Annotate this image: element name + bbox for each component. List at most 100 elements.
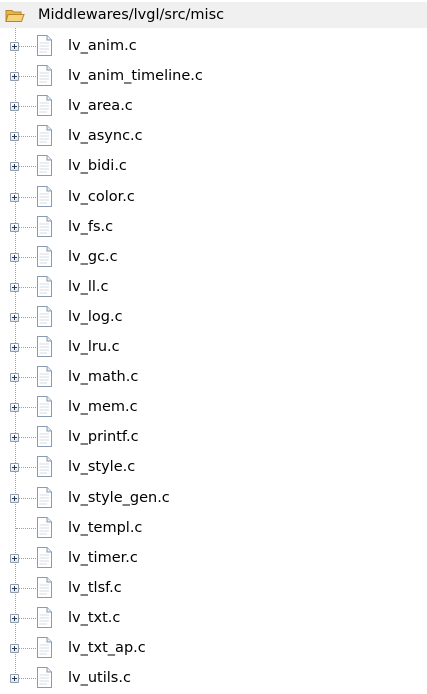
- file-node[interactable]: lv_fs.c: [0, 213, 427, 243]
- file-node[interactable]: lv_anim.c: [0, 32, 427, 62]
- document-icon: [37, 547, 52, 568]
- document-icon: [37, 517, 52, 538]
- tree-branch-line: [19, 377, 36, 378]
- expand-plus-icon[interactable]: [10, 193, 19, 202]
- file-label: lv_async.c: [68, 128, 143, 144]
- expand-plus-icon[interactable]: [10, 72, 19, 81]
- document-icon: [37, 155, 52, 176]
- file-label: lv_area.c: [68, 98, 133, 114]
- file-node[interactable]: lv_bidi.c: [0, 152, 427, 182]
- tree-branch-line: [19, 317, 36, 318]
- document-icon: [37, 487, 52, 508]
- file-node[interactable]: lv_timer.c: [0, 544, 427, 574]
- file-label: lv_utils.c: [68, 670, 131, 686]
- expand-plus-icon[interactable]: [10, 433, 19, 442]
- file-node[interactable]: lv_txt_ap.c: [0, 634, 427, 664]
- file-node[interactable]: lv_utils.c: [0, 664, 427, 694]
- expand-plus-icon[interactable]: [10, 554, 19, 563]
- file-node[interactable]: lv_mem.c: [0, 393, 427, 423]
- document-icon: [37, 216, 52, 237]
- expand-plus-icon[interactable]: [10, 674, 19, 683]
- tree-branch-line: [19, 76, 36, 77]
- tree-branch-line: [19, 678, 36, 679]
- file-node[interactable]: lv_txt.c: [0, 604, 427, 634]
- expand-plus-icon[interactable]: [10, 373, 19, 382]
- expand-plus-icon[interactable]: [10, 644, 19, 653]
- expand-plus-icon[interactable]: [10, 162, 19, 171]
- file-label: lv_lru.c: [68, 339, 120, 355]
- file-node[interactable]: lv_area.c: [0, 92, 427, 122]
- file-node[interactable]: lv_ll.c: [0, 273, 427, 303]
- expand-plus-icon[interactable]: [10, 223, 19, 232]
- file-label: lv_printf.c: [68, 429, 139, 445]
- file-node[interactable]: lv_color.c: [0, 183, 427, 213]
- expand-plus-icon[interactable]: [10, 283, 19, 292]
- open-folder-icon: [5, 10, 25, 22]
- document-icon: [37, 577, 52, 598]
- tree-branch-line: [19, 467, 36, 468]
- tree-branch-line: [19, 197, 36, 198]
- document-icon: [37, 667, 52, 688]
- tree-branch-line: [19, 407, 36, 408]
- file-label: lv_templ.c: [68, 520, 143, 536]
- tree-branch-line: [19, 558, 36, 559]
- file-node[interactable]: lv_style_gen.c: [0, 484, 427, 514]
- tree-branch-line: [19, 588, 36, 589]
- document-icon: [37, 186, 52, 207]
- expand-plus-icon[interactable]: [10, 343, 19, 352]
- file-label: lv_timer.c: [68, 550, 138, 566]
- expand-plus-icon[interactable]: [10, 253, 19, 262]
- file-node[interactable]: lv_printf.c: [0, 423, 427, 453]
- file-label: lv_math.c: [68, 369, 139, 385]
- folder-node-misc[interactable]: Middlewares/lvgl/src/misc: [0, 2, 427, 28]
- file-node[interactable]: lv_templ.c: [0, 514, 427, 544]
- file-node[interactable]: lv_style.c: [0, 453, 427, 483]
- file-node[interactable]: lv_log.c: [0, 303, 427, 333]
- file-label: lv_anim.c: [68, 38, 137, 54]
- expand-plus-icon[interactable]: [10, 313, 19, 322]
- document-icon: [37, 637, 52, 658]
- file-node[interactable]: lv_gc.c: [0, 243, 427, 273]
- file-label: lv_log.c: [68, 309, 123, 325]
- file-label: lv_mem.c: [68, 399, 138, 415]
- expand-plus-icon[interactable]: [10, 403, 19, 412]
- file-label: lv_txt_ap.c: [68, 640, 146, 656]
- expand-plus-icon[interactable]: [10, 42, 19, 51]
- document-icon: [37, 246, 52, 267]
- file-label: lv_txt.c: [68, 610, 121, 626]
- file-label: lv_anim_timeline.c: [68, 68, 203, 84]
- expand-plus-icon[interactable]: [10, 463, 19, 472]
- tree-branch-line: [19, 498, 36, 499]
- expand-plus-icon[interactable]: [10, 102, 19, 111]
- document-icon: [37, 336, 52, 357]
- document-icon: [37, 306, 52, 327]
- file-node[interactable]: lv_math.c: [0, 363, 427, 393]
- tree-branch-line: [19, 166, 36, 167]
- file-label: lv_style_gen.c: [68, 490, 170, 506]
- file-label: lv_bidi.c: [68, 158, 127, 174]
- file-label: lv_fs.c: [68, 219, 114, 235]
- document-icon: [37, 396, 52, 417]
- tree-branch-line: [19, 257, 36, 258]
- expand-plus-icon[interactable]: [10, 584, 19, 593]
- expand-plus-icon[interactable]: [10, 132, 19, 141]
- tree-branch-line: [19, 106, 36, 107]
- project-file-tree: Middlewares/lvgl/src/misc lv_anim.c lv_an…: [0, 0, 427, 694]
- document-icon: [37, 95, 52, 116]
- file-node[interactable]: lv_lru.c: [0, 333, 427, 363]
- document-icon: [37, 276, 52, 297]
- file-node[interactable]: lv_anim_timeline.c: [0, 62, 427, 92]
- file-label: lv_tlsf.c: [68, 580, 122, 596]
- tree-branch-line: [19, 437, 36, 438]
- file-node[interactable]: lv_tlsf.c: [0, 574, 427, 604]
- tree-branch-line: [19, 347, 36, 348]
- tree-branch-line: [19, 287, 36, 288]
- file-node[interactable]: lv_async.c: [0, 122, 427, 152]
- folder-label: Middlewares/lvgl/src/misc: [38, 7, 225, 23]
- tree-branch-line: [16, 528, 36, 529]
- document-icon: [37, 125, 52, 146]
- tree-branch-line: [19, 618, 36, 619]
- expand-plus-icon[interactable]: [10, 614, 19, 623]
- expand-plus-icon[interactable]: [10, 494, 19, 503]
- file-label: lv_ll.c: [68, 279, 109, 295]
